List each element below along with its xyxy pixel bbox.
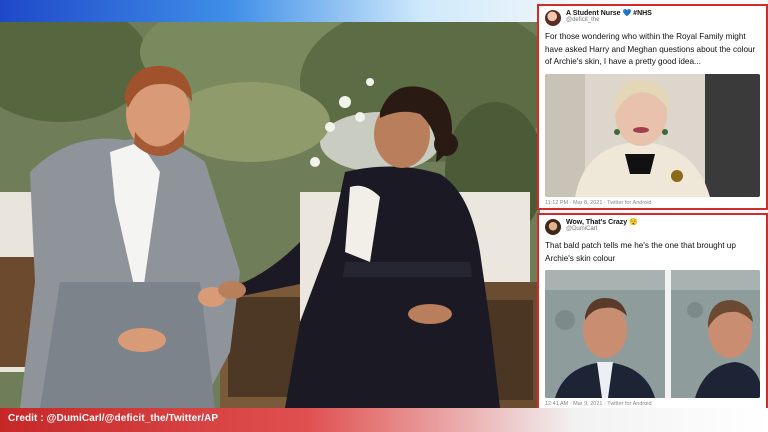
news-graphic: A Student Nurse 💙 #NHS @deficit_the For … [0, 0, 768, 432]
tweet-photo[interactable] [545, 270, 760, 399]
avatar[interactable] [545, 219, 561, 235]
display-name[interactable]: Wow, That's Crazy 😯 [566, 219, 638, 226]
interview-photo [0, 22, 540, 408]
avatar[interactable] [545, 10, 561, 26]
tweet-header: A Student Nurse 💙 #NHS @deficit_the [539, 6, 766, 30]
user-handle[interactable]: @DumiCarl [566, 226, 638, 232]
tweet-text: For those wondering who within the Royal… [545, 32, 756, 67]
display-name[interactable]: A Student Nurse 💙 #NHS [566, 10, 652, 17]
tweet-timestamp[interactable]: 12:41 AM · Mar 9, 2021 · Twitter for And… [539, 398, 766, 407]
photo-credit: Credit : @DumiCarl/@deficit_the/Twitter/… [8, 413, 219, 424]
tweet-text: That bald patch tells me he's the one th… [545, 241, 736, 263]
user-handle[interactable]: @deficit_the [566, 17, 652, 23]
tweet-card-2[interactable]: Wow, That's Crazy 😯 @DumiCarl That bald … [537, 213, 768, 421]
tweet-header: Wow, That's Crazy 😯 @DumiCarl [539, 215, 766, 239]
tweet-card-1[interactable]: A Student Nurse 💙 #NHS @deficit_the For … [537, 4, 768, 210]
tweet-photo[interactable] [545, 74, 760, 198]
tweet-timestamp[interactable]: 11:12 PM · Mar 8, 2021 · Twitter for And… [539, 197, 766, 206]
